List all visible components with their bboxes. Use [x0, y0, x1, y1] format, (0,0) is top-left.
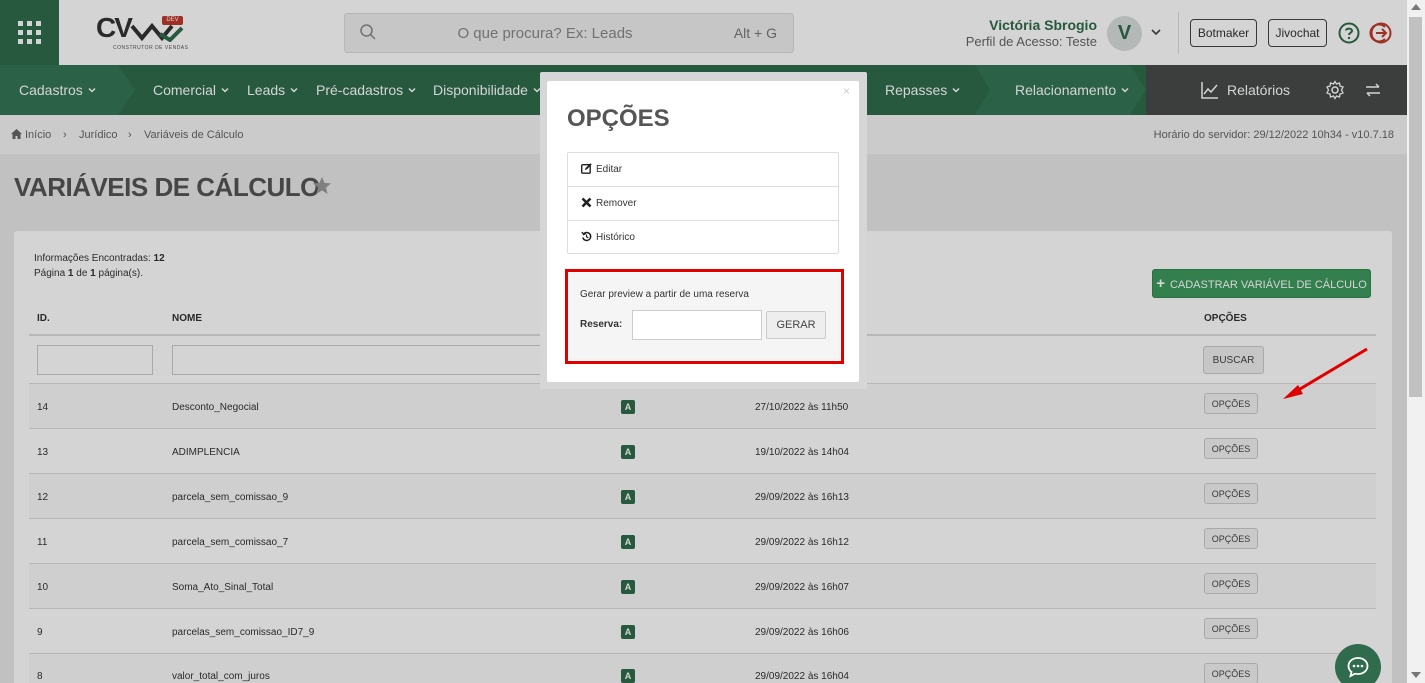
reserva-input[interactable]: [632, 310, 762, 340]
option-editar[interactable]: Editar: [568, 153, 838, 187]
option-remover[interactable]: Remover: [568, 187, 838, 221]
modal-title: OPÇÕES: [567, 105, 670, 132]
reserva-label: Reserva:: [580, 319, 623, 330]
chat-bubble-icon: [1347, 657, 1369, 678]
chat-button[interactable]: [1335, 644, 1381, 683]
scrollbar-thumb[interactable]: [1409, 17, 1422, 397]
scroll-up-icon[interactable]: [1411, 4, 1421, 10]
close-icon[interactable]: ×: [843, 84, 850, 98]
remove-icon: [581, 197, 592, 208]
gerar-button[interactable]: GERAR: [766, 311, 826, 339]
history-icon: [581, 231, 592, 242]
arrow-annotation-icon: [1283, 347, 1368, 399]
option-historico[interactable]: Histórico: [568, 221, 838, 255]
options-list: Editar Remover Histórico: [567, 152, 839, 254]
edit-icon: [580, 163, 592, 174]
preview-label: Gerar preview a partir de uma reserva: [580, 289, 749, 300]
scroll-down-icon[interactable]: [1411, 672, 1421, 678]
